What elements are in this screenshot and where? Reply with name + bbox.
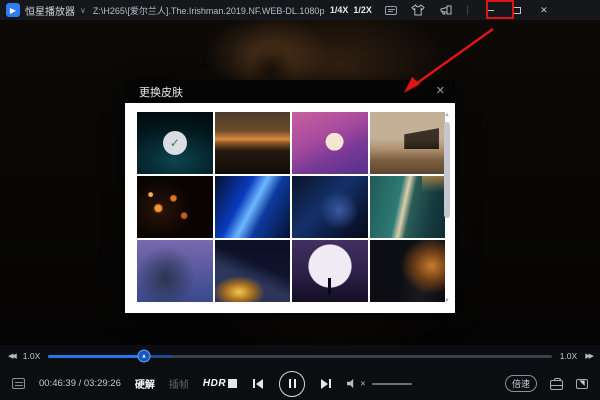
hdr-toggle[interactable]: HDR bbox=[203, 378, 226, 389]
control-bar: 00:46:39 / 03:29:26 硬解 插帧 HDR ✕ 倍速 ◥ bbox=[0, 367, 600, 400]
time-display: 00:46:39 / 03:29:26 bbox=[39, 378, 121, 389]
scroll-down-icon[interactable]: ▼ bbox=[443, 298, 451, 304]
playlist-icon[interactable] bbox=[12, 378, 25, 389]
scrollbar-thumb[interactable] bbox=[444, 122, 450, 218]
skin-grid: ✓ bbox=[137, 112, 445, 302]
seek-track[interactable]: ▲ bbox=[48, 355, 551, 358]
speed-quarter-label[interactable]: 1/4X bbox=[330, 5, 349, 15]
app-name[interactable]: 恒星播放器 bbox=[25, 3, 75, 18]
change-skin-dialog: 更换皮肤 ✕ ✓ ▲ ▼ bbox=[125, 80, 455, 313]
scroll-up-icon[interactable]: ▲ bbox=[443, 112, 451, 118]
titlebar-icon-group: ✕ bbox=[383, 3, 552, 17]
next-button[interactable] bbox=[321, 379, 331, 389]
seek-row: ◀◀ 1.0X ▲ 1.0X ▶▶ bbox=[0, 345, 600, 367]
playback-speed-button[interactable]: 倍速 bbox=[505, 375, 537, 392]
stop-button[interactable] bbox=[228, 379, 237, 388]
player-window: ▶ 恒星播放器 ∨ Z:\H265\[爱尔兰人].The.Irishman.20… bbox=[0, 0, 600, 400]
dialog-body: ✓ ▲ ▼ bbox=[125, 103, 455, 313]
seek-progress bbox=[48, 355, 144, 358]
dialog-scrollbar[interactable]: ▲ ▼ bbox=[443, 112, 451, 304]
hw-decode-toggle[interactable]: 硬解 bbox=[135, 376, 155, 391]
play-pause-button[interactable] bbox=[279, 371, 305, 397]
skin-thumbnail-robot-figure[interactable] bbox=[137, 240, 213, 302]
dialog-title: 更换皮肤 bbox=[139, 84, 183, 100]
mute-speaker-icon[interactable] bbox=[347, 379, 357, 389]
skin-thumbnail-ember-sparks[interactable] bbox=[137, 176, 213, 238]
transport-controls: ✕ bbox=[228, 367, 412, 400]
control-right-group: 倍速 ◥ bbox=[505, 367, 588, 400]
skin-thumbnail-dark-sea-sunset[interactable] bbox=[370, 240, 446, 302]
skin-thumbnail-purple-flat-mountains[interactable] bbox=[292, 112, 368, 174]
pause-icon bbox=[289, 379, 291, 388]
skin-thumbnail-sunset-harbor-boats[interactable] bbox=[215, 112, 291, 174]
skin-thumbnail-teal-shoreline-aerial[interactable] bbox=[370, 176, 446, 238]
fullscreen-icon[interactable]: ◥ bbox=[576, 379, 588, 389]
subtitle-icon[interactable] bbox=[383, 3, 399, 17]
toolbox-icon[interactable] bbox=[550, 380, 563, 390]
volume-slider[interactable] bbox=[372, 383, 412, 385]
check-icon: ✓ bbox=[163, 131, 187, 155]
forward-rate-label: 1.0X bbox=[560, 351, 578, 361]
titlebar-separator bbox=[467, 5, 468, 15]
frame-interp-toggle[interactable]: 插帧 bbox=[169, 376, 189, 391]
dialog-close-icon[interactable]: ✕ bbox=[436, 86, 445, 97]
app-logo-icon: ▶ bbox=[6, 3, 20, 17]
rewind-rate-label: 1.0X bbox=[23, 351, 41, 361]
media-filename: Z:\H265\[爱尔兰人].The.Irishman.2019.NF.WEB-… bbox=[93, 4, 325, 17]
chevron-down-icon[interactable]: ∨ bbox=[80, 6, 86, 15]
skin-thumbnail-blue-light-streaks[interactable] bbox=[215, 176, 291, 238]
speed-half-label[interactable]: 1/2X bbox=[353, 5, 372, 15]
dialog-header: 更换皮肤 ✕ bbox=[125, 80, 455, 103]
volume-group: ✕ bbox=[347, 379, 412, 389]
skin-thumbnail-stilt-house-beach[interactable] bbox=[370, 112, 446, 174]
pin-window-icon[interactable] bbox=[437, 3, 453, 17]
skin-thumbnail-blue-abstract-glass[interactable] bbox=[292, 176, 368, 238]
previous-button[interactable] bbox=[253, 379, 263, 389]
close-button[interactable]: ✕ bbox=[536, 3, 552, 17]
control-left-group: 00:46:39 / 03:29:26 硬解 插帧 HDR bbox=[12, 367, 226, 400]
fast-forward-icon[interactable]: ▶▶ bbox=[585, 352, 592, 360]
mute-x-icon: ✕ bbox=[360, 380, 366, 388]
skin-thumbnail-dark-ocean-wave[interactable]: ✓ bbox=[137, 112, 213, 174]
skin-thumbnail-night-camping-tent[interactable] bbox=[215, 240, 291, 302]
seek-thumb[interactable]: ▲ bbox=[137, 350, 150, 363]
skin-tshirt-icon[interactable] bbox=[410, 3, 426, 17]
skin-thumbnail-full-moon-silhouette[interactable] bbox=[292, 240, 368, 302]
rewind-icon[interactable]: ◀◀ bbox=[8, 352, 15, 360]
annotation-highlight-box bbox=[486, 0, 514, 19]
